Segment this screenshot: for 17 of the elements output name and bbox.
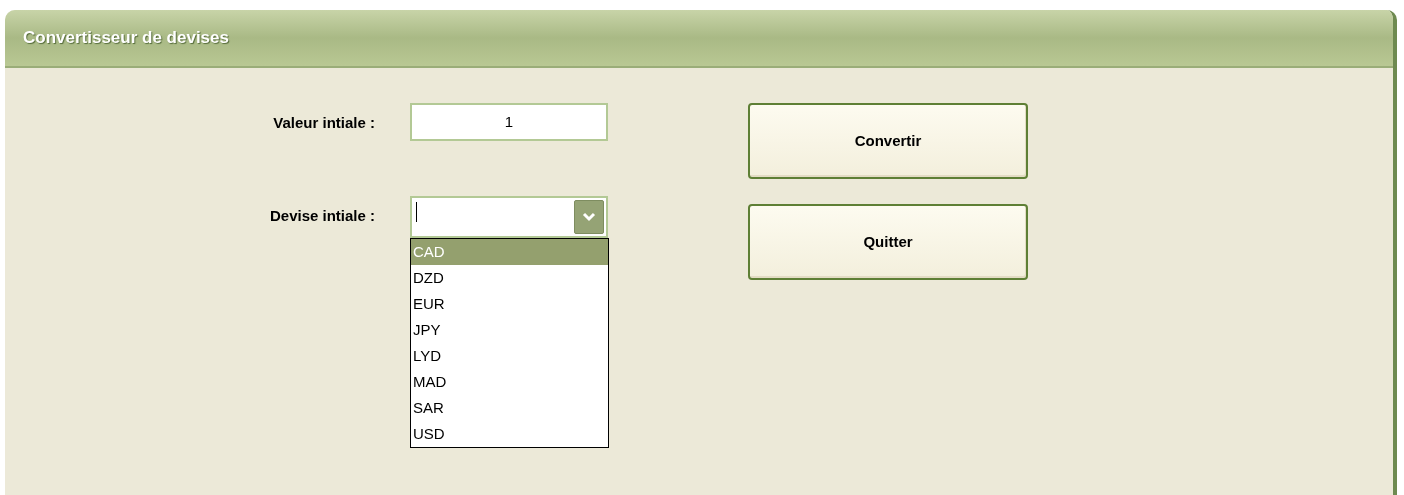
combo-box[interactable]	[410, 196, 608, 238]
dropdown-option[interactable]: EUR	[411, 291, 608, 317]
chevron-down-icon	[582, 212, 596, 222]
dropdown-option[interactable]: SAR	[411, 395, 608, 421]
action-button[interactable]: Quitter	[748, 204, 1028, 280]
input-field[interactable]: 1	[410, 103, 608, 141]
dropdown-option[interactable]: DZD	[411, 265, 608, 291]
dropdown-option[interactable]: LYD	[411, 343, 608, 369]
text-cursor	[416, 202, 417, 222]
window-title: Convertisseur de devises	[23, 27, 229, 50]
dropdown-option[interactable]: MAD	[411, 369, 608, 395]
dropdown-option[interactable]: JPY	[411, 317, 608, 343]
dropdown-button[interactable]	[574, 200, 604, 234]
field-label: Valeur intiale :	[272, 113, 375, 133]
dropdown-option[interactable]: USD	[411, 421, 608, 447]
field-label: Devise intiale :	[268, 206, 375, 226]
action-button[interactable]: Convertir	[748, 103, 1028, 179]
